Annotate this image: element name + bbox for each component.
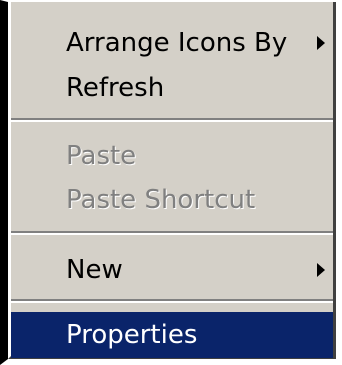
menu-item-new[interactable]: New	[11, 247, 333, 293]
menu-item-label: Refresh	[66, 73, 165, 103]
menu-item-label: Properties	[66, 320, 198, 350]
menu-item-arrange-icons-by[interactable]: Arrange Icons By	[11, 20, 333, 66]
context-menu-panel: Arrange Icons By Refresh Paste Paste Sho…	[8, 2, 336, 359]
menu-separator	[11, 118, 333, 122]
menu-item-properties[interactable]: Properties	[11, 312, 333, 358]
menu-item-label: Paste Shortcut	[66, 185, 256, 215]
submenu-arrow-icon	[317, 263, 325, 277]
submenu-arrow-icon	[317, 36, 325, 50]
desktop-context-menu: Arrange Icons By Refresh Paste Paste Sho…	[0, 0, 342, 365]
menu-item-refresh[interactable]: Refresh	[11, 65, 333, 111]
menu-item-label: Paste	[66, 141, 137, 171]
menu-separator	[11, 231, 333, 235]
menu-item-paste-shortcut[interactable]: Paste Shortcut	[11, 177, 333, 223]
menu-item-label: Arrange Icons By	[66, 28, 288, 58]
menu-separator	[11, 299, 333, 303]
menu-item-paste[interactable]: Paste	[11, 133, 333, 179]
menu-item-label: New	[66, 255, 123, 285]
